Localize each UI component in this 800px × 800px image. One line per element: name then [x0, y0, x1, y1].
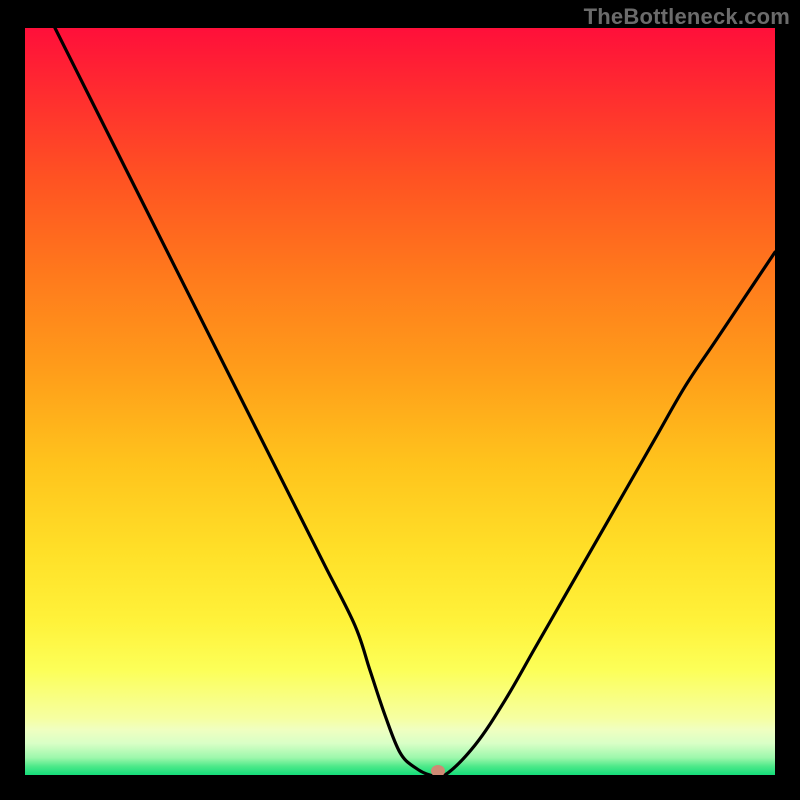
plot-area — [25, 28, 775, 775]
curve-svg — [25, 28, 775, 775]
watermark-text: TheBottleneck.com — [584, 4, 790, 30]
minimum-marker — [431, 765, 445, 775]
bottleneck-curve — [55, 28, 775, 775]
chart-frame: TheBottleneck.com — [0, 0, 800, 800]
